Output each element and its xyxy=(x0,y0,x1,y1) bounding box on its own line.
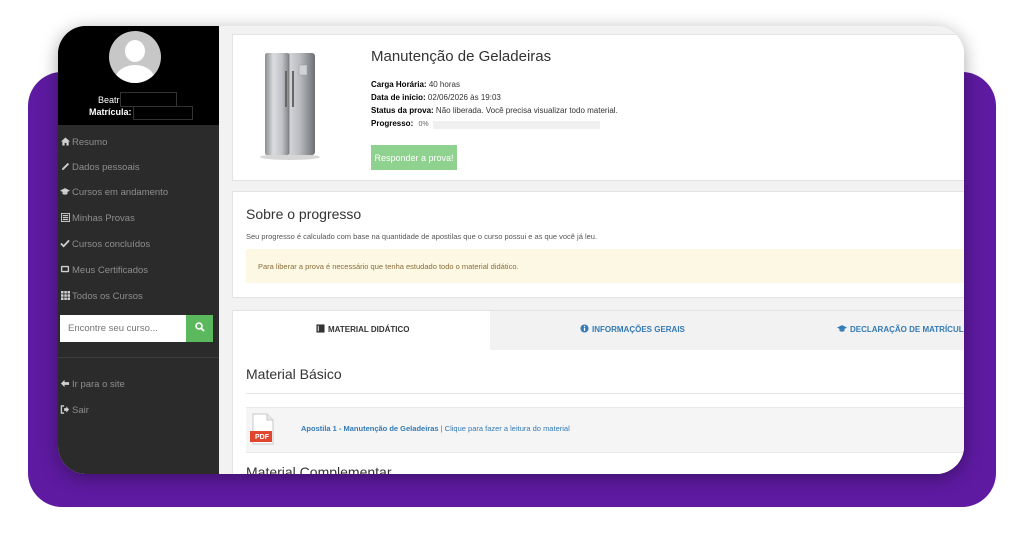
sidebar-item-minhas-provas[interactable]: Minhas Provas xyxy=(60,209,135,227)
info-icon xyxy=(580,324,589,335)
sidebar-item-dados-pessoais[interactable]: Dados pessoais xyxy=(60,158,140,176)
carga-label: Carga Horária: xyxy=(371,80,427,89)
sidebar-item-label: Ir para o site xyxy=(72,378,125,390)
course-title: Manutenção de Geladeiras xyxy=(371,48,552,65)
progresso: Progresso: 0% xyxy=(371,119,429,128)
grid-icon xyxy=(60,290,70,302)
inicio-label: Data de início: xyxy=(371,93,426,102)
tab-declaracao-de-matricula[interactable]: DECLARAÇÃO DE MATRÍCULA xyxy=(837,324,964,335)
redaction-box xyxy=(133,106,193,120)
profile-matricula: Matrícula: 2 xyxy=(89,107,139,117)
sidebar-item-ir-para-o-site[interactable]: Ir para o site xyxy=(60,375,125,393)
graduation-cap-icon xyxy=(837,324,847,335)
sidebar-item-label: Resumo xyxy=(72,136,108,148)
sidebar-item-cursos-concluidos[interactable]: Cursos concluídos xyxy=(60,235,150,253)
logout-icon xyxy=(60,404,70,416)
pdf-badge-label: PDF xyxy=(255,434,269,441)
certificate-icon xyxy=(60,265,70,276)
avatar xyxy=(109,31,161,83)
redaction-box xyxy=(120,92,177,107)
sidebar-item-label: Sair xyxy=(72,404,89,416)
tab-informacoes-gerais[interactable]: INFORMAÇÕES GERAIS xyxy=(580,324,685,335)
sidebar-item-label: Minhas Provas xyxy=(72,212,135,224)
apostila-action-text[interactable]: | Clique para fazer a leitura do materia… xyxy=(441,424,570,433)
progress-description: Seu progresso é calculado com base na qu… xyxy=(246,232,598,241)
refrigerator-image xyxy=(259,51,321,161)
warning-alert: Para liberar a prova é necessário que te… xyxy=(246,249,964,283)
sidebar-item-todos-os-cursos[interactable]: Todos os Cursos xyxy=(60,287,143,305)
avatar-shoulders-shape xyxy=(115,65,155,83)
graduation-cap-icon xyxy=(60,187,70,198)
search-button[interactable] xyxy=(186,315,213,342)
tab-label: INFORMAÇÕES GERAIS xyxy=(592,325,685,334)
search-input[interactable] xyxy=(60,315,187,342)
profile-header: Beatriz Matrícula: 2 xyxy=(58,26,219,125)
book-icon xyxy=(316,324,325,335)
search-icon xyxy=(194,322,205,335)
sidebar-divider xyxy=(58,357,219,358)
carga-value: 40 horas xyxy=(428,80,460,89)
progress-label: Progresso: xyxy=(371,119,414,128)
status-label: Status da prova: xyxy=(371,106,434,115)
respond-exam-button[interactable]: Responder a prova! xyxy=(371,145,457,170)
carga-horaria: Carga Horária: 40 horas xyxy=(371,80,460,89)
section-divider xyxy=(246,393,964,394)
material-complementar-title: Material Complementar xyxy=(246,464,392,474)
status-value: Não liberada. Você precisa visualizar to… xyxy=(435,106,618,115)
inicio-value: 02/06/2026 às 19:03 xyxy=(427,93,501,102)
progress-section-title: Sobre o progresso xyxy=(246,206,362,222)
sidebar: Beatriz Matrícula: 2 Resumo Dados pessoa… xyxy=(58,26,219,474)
progress-text: 0% xyxy=(418,121,429,128)
arrow-left-icon xyxy=(60,379,70,390)
checkmark-icon xyxy=(60,239,70,250)
sidebar-item-label: Cursos concluídos xyxy=(72,238,151,250)
status-prova: Status da prova: Não liberada. Você prec… xyxy=(371,106,618,115)
sidebar-item-label: Todos os Cursos xyxy=(72,290,143,302)
sidebar-item-label: Dados pessoais xyxy=(72,161,140,173)
list-icon xyxy=(60,212,70,224)
main-content: Manutenção de Geladeiras Carga Horária: … xyxy=(219,26,964,474)
sidebar-item-sair[interactable]: Sair xyxy=(60,401,89,419)
apostila-title-link[interactable]: Apostila 1 - Manutenção de Geladeiras xyxy=(301,424,439,433)
progress-info-panel: Sobre o progresso Seu progresso é calcul… xyxy=(232,191,964,298)
sidebar-item-label: Meus Certificados xyxy=(72,264,149,276)
tab-label: MATERIAL DIDÁTICO xyxy=(328,325,410,334)
sidebar-item-cursos-em-andamento[interactable]: Cursos em andamento xyxy=(60,183,168,201)
apostila-link[interactable]: Apostila 1 - Manutenção de Geladeiras | … xyxy=(301,424,570,433)
pencil-icon xyxy=(60,162,70,173)
sidebar-item-meus-certificados[interactable]: Meus Certificados xyxy=(60,261,148,279)
sidebar-item-resumo[interactable]: Resumo xyxy=(60,133,107,151)
app-window: Beatriz Matrícula: 2 Resumo Dados pessoa… xyxy=(58,26,964,474)
apostila-row: PDF Apostila 1 - Manutenção de Geladeira… xyxy=(246,407,964,453)
home-icon xyxy=(60,136,70,148)
sidebar-item-label: Cursos em andamento xyxy=(72,186,169,198)
course-panel: Manutenção de Geladeiras Carga Horária: … xyxy=(232,34,964,181)
material-basico-title: Material Básico xyxy=(246,366,342,382)
tabs-panel: MATERIAL DIDÁTICO INFORMAÇÕES GERAIS DEC… xyxy=(232,310,964,474)
tab-label: DECLARAÇÃO DE MATRÍCULA xyxy=(850,325,964,334)
tab-material-didatico[interactable]: MATERIAL DIDÁTICO xyxy=(316,324,409,335)
matricula-label: Matrícula: xyxy=(89,107,132,117)
progress-bar xyxy=(433,121,600,129)
data-inicio: Data de início: 02/06/2026 às 19:03 xyxy=(371,93,501,102)
avatar-head-shape xyxy=(125,40,145,62)
